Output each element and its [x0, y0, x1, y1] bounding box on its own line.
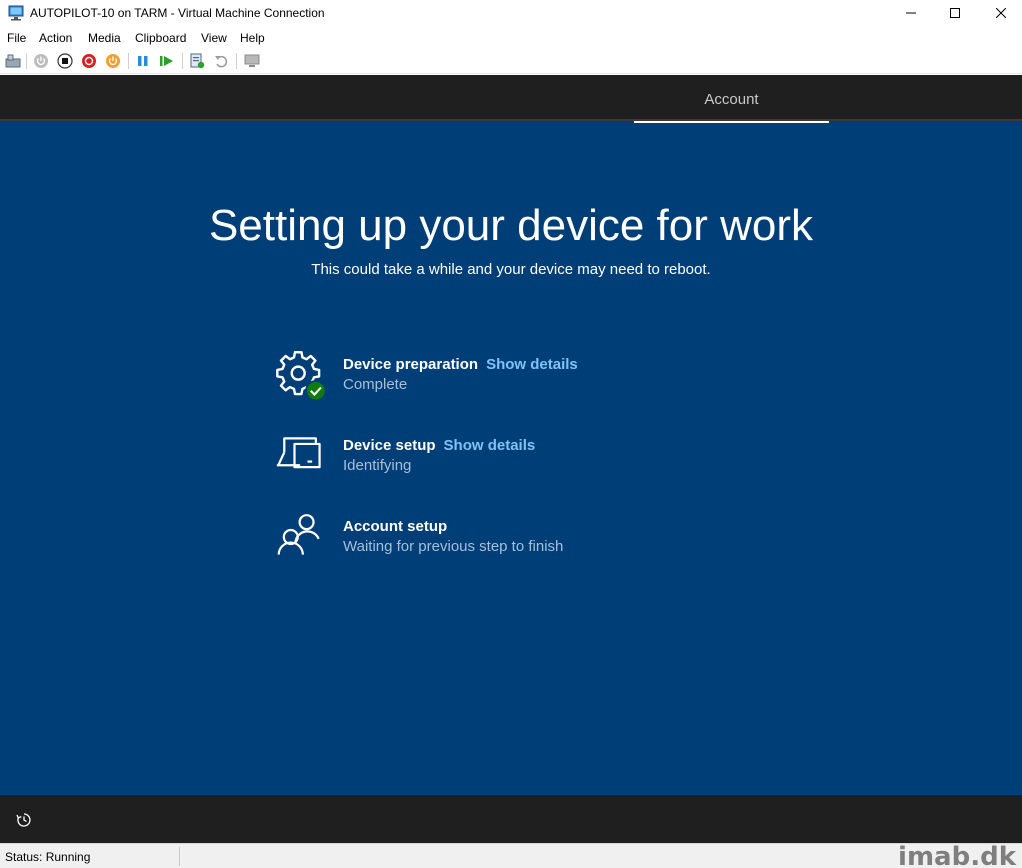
power-button[interactable]	[104, 52, 122, 70]
devices-icon	[276, 437, 321, 469]
tab-underline	[634, 121, 829, 123]
shut-down-button[interactable]	[80, 52, 98, 70]
accessibility-icon[interactable]	[16, 812, 32, 828]
window-title: AUTOPILOT-10 on TARM - Virtual Machine C…	[30, 6, 325, 20]
step-status-device-preparation: Complete	[343, 376, 408, 393]
page-title: Setting up your device for work	[208, 201, 814, 250]
menu-help[interactable]: Help	[240, 31, 265, 45]
step-device-preparation: Device preparation Show details Complete	[274, 349, 734, 409]
gear-check-icon	[276, 351, 327, 401]
step-device-setup: Device setup Show details Identifying	[274, 430, 734, 490]
title-bar: AUTOPILOT-10 on TARM - Virtual Machine C…	[0, 0, 1022, 26]
pause-icon	[138, 56, 148, 66]
minimize-icon	[906, 12, 916, 14]
shut-down-icon	[82, 54, 96, 68]
menu-view[interactable]: View	[201, 31, 227, 45]
minimize-button[interactable]	[888, 0, 934, 26]
enhanced-session-button[interactable]	[243, 52, 261, 70]
oobe-footer	[0, 795, 1022, 843]
show-details-link-device-setup[interactable]: Show details	[444, 437, 536, 454]
turn-off-icon	[57, 53, 73, 69]
watermark: imab.dk	[898, 842, 1016, 868]
monitor-icon	[8, 5, 24, 21]
revert-icon	[215, 55, 228, 68]
tab-account-label: Account	[704, 91, 759, 108]
menu-action[interactable]: Action	[39, 31, 72, 45]
resume-icon	[160, 56, 173, 66]
pause-button[interactable]	[134, 52, 152, 70]
menu-clipboard[interactable]: Clipboard	[135, 31, 186, 45]
turn-off-button[interactable]	[56, 52, 74, 70]
status-bar: Status: Running imab.dk	[0, 842, 1022, 868]
start-button[interactable]	[32, 52, 50, 70]
maximize-button[interactable]	[932, 0, 978, 26]
step-title-device-preparation: Device preparation Show details	[343, 356, 578, 373]
maximize-icon	[950, 8, 960, 18]
step-status-device-setup: Identifying	[343, 457, 412, 474]
page-subtitle: This could take a while and your device …	[311, 261, 711, 278]
ctrl-alt-del-button[interactable]	[4, 52, 22, 70]
step-status-account-setup: Waiting for previous step to finish	[343, 538, 564, 555]
tab-account: Account	[634, 75, 829, 123]
menu-bar: File Action Media Clipboard View Help	[0, 28, 1022, 48]
show-details-link-device-preparation[interactable]: Show details	[486, 356, 578, 373]
menu-media[interactable]: Media	[88, 31, 121, 45]
close-icon	[996, 8, 1006, 18]
step-title-device-setup: Device setup Show details	[343, 437, 536, 454]
ctrl-alt-del-icon	[5, 54, 21, 68]
people-icon	[277, 514, 320, 555]
step-account-setup: Account setup Waiting for previous step …	[274, 511, 734, 571]
power-icon	[106, 54, 120, 68]
resume-button[interactable]	[158, 52, 176, 70]
guest-screen[interactable]: Account Setting up your device for work …	[0, 75, 1022, 843]
toolbar	[0, 48, 1022, 74]
status-divider	[179, 847, 180, 866]
close-button[interactable]	[978, 0, 1022, 26]
vm-status: Status: Running	[5, 850, 91, 864]
revert-button[interactable]	[212, 52, 230, 70]
oobe-header: Account	[0, 75, 1022, 123]
checkpoint-button[interactable]	[188, 52, 206, 70]
enhanced-session-icon	[244, 54, 260, 67]
step-title-account-setup: Account setup	[343, 518, 448, 535]
checkpoint-icon	[190, 53, 205, 69]
start-icon	[34, 54, 48, 68]
menu-file[interactable]: File	[7, 31, 26, 45]
